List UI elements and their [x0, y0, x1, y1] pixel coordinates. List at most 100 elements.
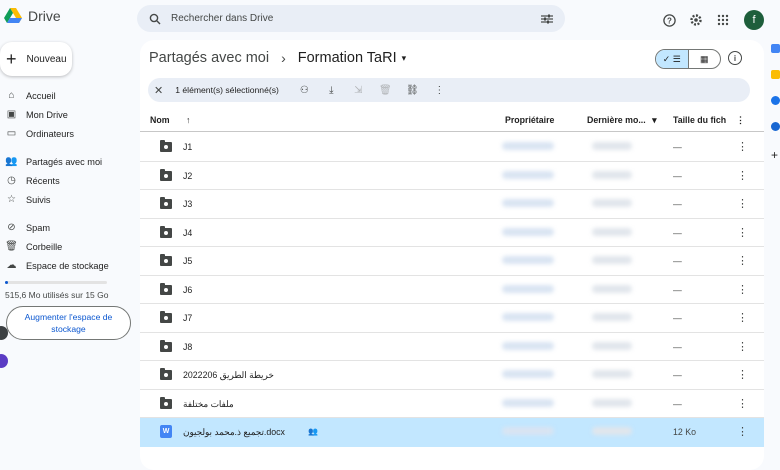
modified-cell-blurred [592, 341, 632, 350]
breadcrumb-parent[interactable]: Partagés avec moi [149, 50, 269, 66]
column-header-owner[interactable]: Propriétaire [505, 115, 554, 125]
file-name[interactable]: تجميع ذ.محمد بولجيون.docx [183, 427, 285, 438]
download-icon[interactable]: ⤓ [326, 85, 337, 96]
search-input[interactable] [171, 13, 541, 24]
file-name[interactable]: J2 [183, 171, 192, 181]
file-name[interactable]: J7 [183, 313, 192, 323]
home-icon: ⌂ [8, 90, 15, 101]
sidebar-item-storage[interactable]: ☁ Espace de stockage [0, 256, 135, 275]
search-bar[interactable] [137, 5, 565, 32]
more-vert-icon[interactable]: ⋮ [737, 397, 748, 410]
sidebar-item-trash[interactable]: 🗑 Corbeille [0, 237, 135, 256]
table-row[interactable]: J3 — ⋮ [140, 190, 764, 219]
tasks-icon[interactable] [771, 96, 780, 105]
star-icon: ☆ [7, 194, 16, 205]
sidebar-item-recent[interactable]: ◷ Récents [0, 171, 135, 190]
more-vert-icon[interactable]: ⋮ [737, 368, 748, 381]
more-vert-icon[interactable]: ⋮ [737, 197, 748, 210]
word-document-icon: W [160, 425, 172, 438]
drive-logo[interactable]: Drive [4, 8, 61, 24]
copy-link-icon[interactable]: ⛓ [406, 85, 419, 96]
sidebar-item-home[interactable]: ⌂ Accueil [0, 86, 135, 105]
column-header-modified-label: Dernière mo... [587, 115, 646, 125]
table-row[interactable]: J2 — ⋮ [140, 162, 764, 190]
app-name: Drive [28, 8, 61, 24]
storage-usage-bar [5, 281, 107, 284]
table-row[interactable]: W تجميع ذ.محمد بولجيون.docx 👥 12 Ko ⋮ [140, 418, 764, 447]
table-header: Nom ↑ Propriétaire Dernière mo... ▾ Tail… [140, 110, 764, 132]
more-vert-icon[interactable]: ⋮ [736, 115, 745, 126]
sidebar-item-shared[interactable]: 👥 Partagés avec moi [0, 152, 135, 171]
sidebar-item-label: Accueil [26, 90, 56, 101]
table-row[interactable]: J8 — ⋮ [140, 333, 764, 361]
apps-grid-icon[interactable] [715, 12, 731, 28]
breadcrumb-current-label: Formation TaRI [297, 50, 397, 66]
modified-cell-blurred [592, 170, 632, 179]
move-to-folder-icon[interactable]: ⇲ [353, 85, 364, 96]
file-name[interactable]: J6 [183, 285, 192, 295]
file-name[interactable]: J4 [183, 228, 192, 238]
calendar-icon[interactable] [771, 44, 780, 53]
more-actions-icon[interactable]: ⋮ [434, 85, 445, 96]
column-header-modified[interactable]: Dernière mo... ▾ [587, 115, 657, 126]
file-name[interactable]: J8 [183, 342, 192, 352]
sidebar-item-starred[interactable]: ☆ Suivis [0, 190, 135, 209]
info-icon[interactable]: i [728, 51, 742, 65]
add-addon-icon[interactable]: + [771, 148, 780, 162]
table-row[interactable]: J6 — ⋮ [140, 276, 764, 304]
help-icon[interactable]: ? [661, 12, 677, 28]
column-header-size[interactable]: Taille du fich [673, 115, 726, 125]
settings-gear-icon[interactable] [688, 12, 704, 28]
table-row[interactable]: J1 — ⋮ [140, 133, 764, 162]
trash-icon[interactable]: 🗑 [379, 85, 392, 96]
sidebar-item-my-drive[interactable]: ▣ Mon Drive [0, 105, 135, 124]
contacts-icon[interactable] [771, 122, 780, 131]
breadcrumb-current[interactable]: Formation TaRI ▾ [298, 50, 406, 66]
side-panel-bubble-icon[interactable] [0, 354, 8, 368]
keep-icon[interactable] [771, 70, 780, 79]
file-name[interactable]: J3 [183, 199, 192, 209]
more-vert-icon[interactable]: ⋮ [737, 254, 748, 267]
file-name[interactable]: J5 [183, 256, 192, 266]
more-vert-icon[interactable]: ⋮ [737, 169, 748, 182]
table-row[interactable]: J5 — ⋮ [140, 247, 764, 276]
sidebar-item-label: Corbeille [26, 241, 63, 252]
spam-icon: ⊘ [7, 222, 16, 233]
table-row[interactable]: J7 — ⋮ [140, 304, 764, 333]
share-add-person-icon[interactable]: ⚇ [299, 85, 310, 96]
shared-folder-icon [160, 254, 172, 266]
account-avatar[interactable]: f [744, 10, 764, 30]
table-row[interactable]: خريطة الطريق 2022206 — ⋮ [140, 361, 764, 390]
sidebar-item-computers[interactable]: ▭ Ordinateurs [0, 124, 135, 143]
clear-selection-close-icon[interactable]: ✕ [154, 84, 163, 97]
file-size: — [673, 256, 682, 266]
upgrade-storage-button[interactable]: Augmenter l'espace de stockage [6, 306, 131, 340]
trash-icon: 🗑 [5, 241, 18, 252]
more-vert-icon[interactable]: ⋮ [737, 283, 748, 296]
file-size: — [673, 370, 682, 380]
owner-cell-blurred [502, 370, 554, 378]
sort-arrow-up-icon: ↑ [186, 115, 191, 125]
sidebar-item-label: Récents [26, 175, 60, 186]
search-options-icon[interactable] [541, 14, 553, 24]
more-vert-icon[interactable]: ⋮ [737, 340, 748, 353]
table-row[interactable]: ملفات مختلفة — ⋮ [140, 390, 764, 418]
file-name[interactable]: ملفات مختلفة [183, 399, 234, 410]
list-view-button[interactable]: ✓ ☰ [656, 50, 689, 68]
new-button[interactable]: + Nouveau [0, 42, 72, 76]
more-vert-icon[interactable]: ⋮ [737, 140, 748, 153]
shared-people-icon: 👥 [308, 427, 318, 436]
more-vert-icon[interactable]: ⋮ [737, 226, 748, 239]
sidebar-item-spam[interactable]: ⊘ Spam [0, 218, 135, 237]
file-name[interactable]: J1 [183, 142, 192, 152]
more-vert-icon[interactable]: ⋮ [737, 425, 748, 438]
grid-view-button[interactable]: ▦ [689, 50, 721, 68]
column-header-name[interactable]: Nom ↑ [150, 115, 190, 125]
file-name[interactable]: خريطة الطريق 2022206 [183, 370, 274, 381]
owner-cell-blurred [502, 227, 554, 236]
more-vert-icon[interactable]: ⋮ [737, 311, 748, 324]
search-icon[interactable] [149, 13, 161, 25]
table-row[interactable]: J4 — ⋮ [140, 219, 764, 247]
modified-cell-blurred [592, 313, 632, 321]
side-panel-bubble-icon[interactable] [0, 326, 8, 340]
